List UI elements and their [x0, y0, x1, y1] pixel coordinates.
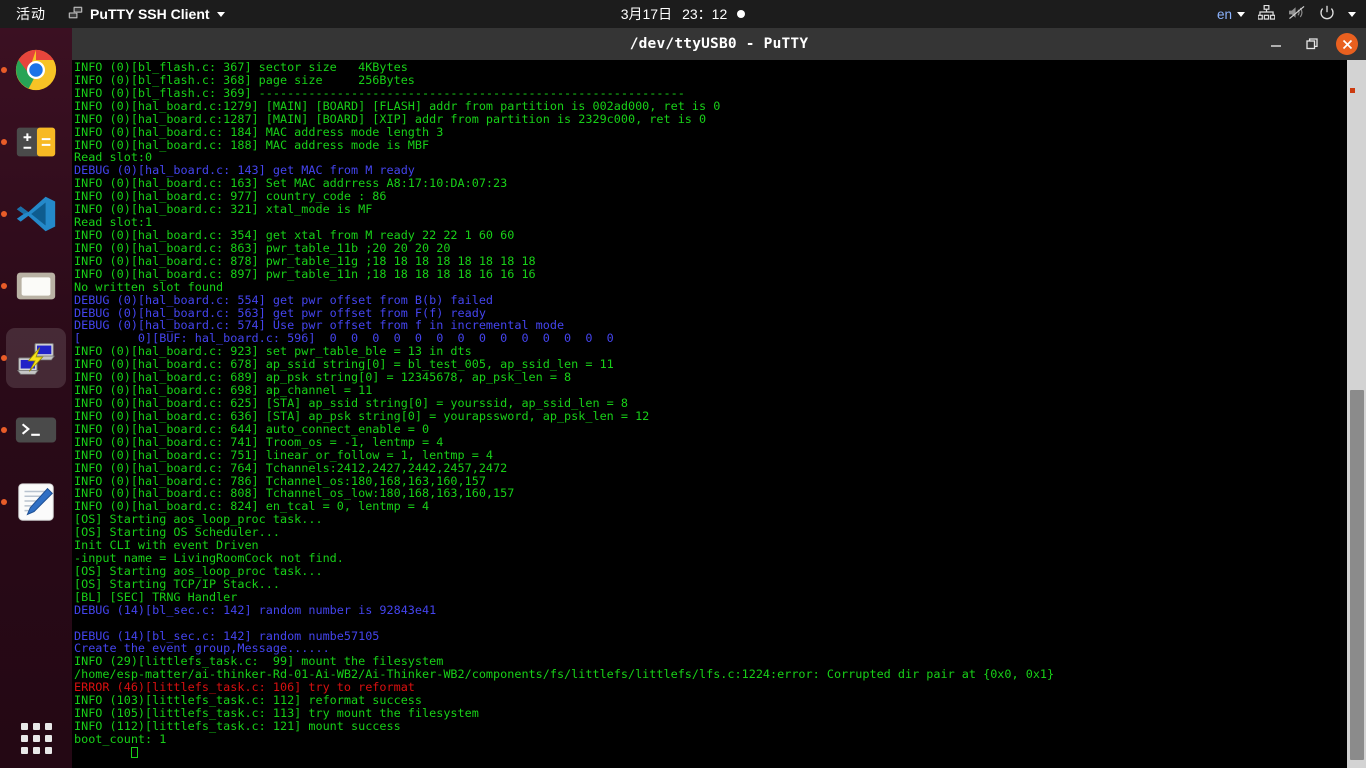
clock-button[interactable]: 3月17日 23：12 — [553, 4, 813, 24]
terminal-line: INFO (0)[bl_flash.c: 369] --------------… — [74, 85, 685, 100]
terminal-scrollbar[interactable] — [1346, 60, 1366, 768]
show-applications-button[interactable] — [0, 723, 72, 754]
terminal-icon — [15, 417, 57, 443]
terminal-line: INFO (0)[hal_board.c: 878] pwr_table_11g… — [74, 253, 536, 268]
terminal-line: No written slot found — [74, 279, 224, 294]
volume-muted-icon[interactable] — [1288, 5, 1306, 23]
terminal-line: -input name = LivingRoomCock not find. — [74, 551, 344, 566]
terminal-line: [BL] [SEC] TRNG Handler — [74, 589, 238, 604]
scrollbar-marker — [1350, 88, 1355, 93]
terminal-line: INFO (0)[hal_board.c: 644] auto_connect_… — [74, 421, 430, 436]
keyboard-language-button[interactable]: en — [1217, 7, 1245, 22]
calculator-icon — [16, 127, 56, 157]
gnome-top-bar: 活动 PuTTY SSH Client 3月17日 23：12 en — [0, 0, 1366, 28]
terminal-line: [OS] Starting OS Scheduler... — [74, 525, 280, 540]
power-icon[interactable] — [1319, 5, 1335, 24]
running-indicator — [1, 499, 7, 505]
dock-item-terminal[interactable] — [1, 400, 66, 460]
dock-item-vscode[interactable] — [1, 184, 66, 244]
dock-item-putty[interactable] — [1, 328, 66, 388]
dock-item-text-editor[interactable] — [1, 472, 66, 532]
app-grid-icon — [20, 723, 52, 754]
app-menu-label: PuTTY SSH Client — [90, 6, 210, 22]
terminal-line: INFO (0)[hal_board.c: 764] Tchannels:241… — [74, 460, 508, 475]
dock-item-files[interactable] — [1, 256, 66, 316]
app-menu-button[interactable]: PuTTY SSH Client — [60, 6, 233, 23]
running-indicator — [1, 211, 7, 217]
chevron-down-icon — [216, 11, 225, 17]
dock-item-calculator[interactable] — [1, 112, 66, 172]
dock — [0, 28, 72, 768]
terminal-line: INFO (0)[hal_board.c: 625] [STA] ap_ssid… — [74, 395, 628, 410]
terminal-line: INFO (0)[hal_board.c: 897] pwr_table_11n… — [74, 266, 536, 281]
terminal-line: INFO (0)[hal_board.c: 321] xtal_mode is … — [74, 202, 373, 217]
running-indicator — [1, 283, 7, 289]
dock-item-google-chrome[interactable] — [1, 40, 66, 100]
terminal-line: [OS] Starting TCP/IP Stack... — [74, 576, 280, 591]
running-indicator — [1, 67, 7, 73]
clock-date: 3月17日 — [620, 6, 673, 22]
terminal-line: [OS] Starting aos_loop_proc task... — [74, 563, 323, 578]
maximize-button[interactable] — [1300, 32, 1324, 56]
system-menu-chevron-down-icon[interactable] — [1348, 11, 1356, 17]
terminal-cursor — [130, 746, 138, 758]
remote-desktop-icon — [68, 6, 83, 23]
window-controls — [1264, 28, 1358, 60]
clock-time: 23：12 — [682, 6, 728, 22]
terminal-line: INFO (112)[littlefs_task.c: 121] mount s… — [74, 719, 401, 734]
putty-icon — [17, 343, 55, 375]
activities-button[interactable]: 活动 — [0, 4, 60, 24]
running-indicator — [1, 427, 7, 433]
terminal-line: boot_count: 1 — [74, 731, 167, 746]
window-title: /dev/ttyUSB0 - PuTTY — [629, 36, 809, 52]
scrollbar-thumb[interactable] — [1350, 390, 1364, 760]
putty-window: /dev/ttyUSB0 - PuTTY INFO (0)[bl_flash.c… — [72, 28, 1366, 768]
vscode-icon — [16, 196, 56, 232]
terminal-line: INFO (0)[hal_board.c:1279] [MAIN] [BOARD… — [74, 98, 721, 113]
running-indicator — [1, 139, 7, 145]
running-indicator — [1, 355, 7, 361]
terminal-line: INFO (0)[bl_flash.c: 367] sector size 4K… — [74, 60, 408, 74]
files-icon — [16, 272, 56, 300]
close-button[interactable] — [1336, 33, 1358, 55]
terminal-line: INFO (0)[hal_board.c: 863] pwr_table_11b… — [74, 240, 451, 255]
chrome-icon — [15, 49, 57, 91]
terminal-line: DEBUG (0)[hal_board.c: 554] get pwr offs… — [74, 292, 494, 307]
terminal-line: INFO (0)[hal_board.c: 741] Troom_os = -1… — [74, 434, 444, 449]
terminal-line: INFO (0)[hal_board.c: 188] MAC address m… — [74, 137, 430, 152]
terminal-line: INFO (0)[hal_board.c:1287] [MAIN] [BOARD… — [74, 111, 707, 126]
minimize-button[interactable] — [1264, 32, 1288, 56]
system-tray: en — [1217, 4, 1356, 24]
terminal-cursor-row — [74, 746, 1366, 759]
network-icon[interactable] — [1257, 4, 1276, 23]
terminal-line: INFO (0)[bl_flash.c: 368] page size 256B… — [74, 72, 415, 87]
language-label: en — [1216, 6, 1232, 22]
chevron-down-icon — [1237, 11, 1245, 17]
window-titlebar[interactable]: /dev/ttyUSB0 - PuTTY — [72, 28, 1366, 60]
terminal-line: INFO (0)[hal_board.c: 636] [STA] ap_psk … — [74, 408, 650, 423]
terminal-output[interactable]: INFO (0)[bl_flash.c: 367] sector size 4K… — [72, 60, 1366, 768]
terminal-line: DEBUG (14)[bl_sec.c: 142] random number … — [74, 602, 437, 617]
notification-dot-icon — [737, 10, 746, 18]
text-editor-icon — [18, 483, 54, 521]
terminal-line: INFO (0)[hal_board.c: 751] linear_or_fol… — [74, 447, 494, 462]
terminal-line: INFO (0)[hal_board.c: 184] MAC address m… — [74, 124, 444, 139]
terminal-line: INFO (0)[hal_board.c: 354] get xtal from… — [74, 227, 515, 242]
